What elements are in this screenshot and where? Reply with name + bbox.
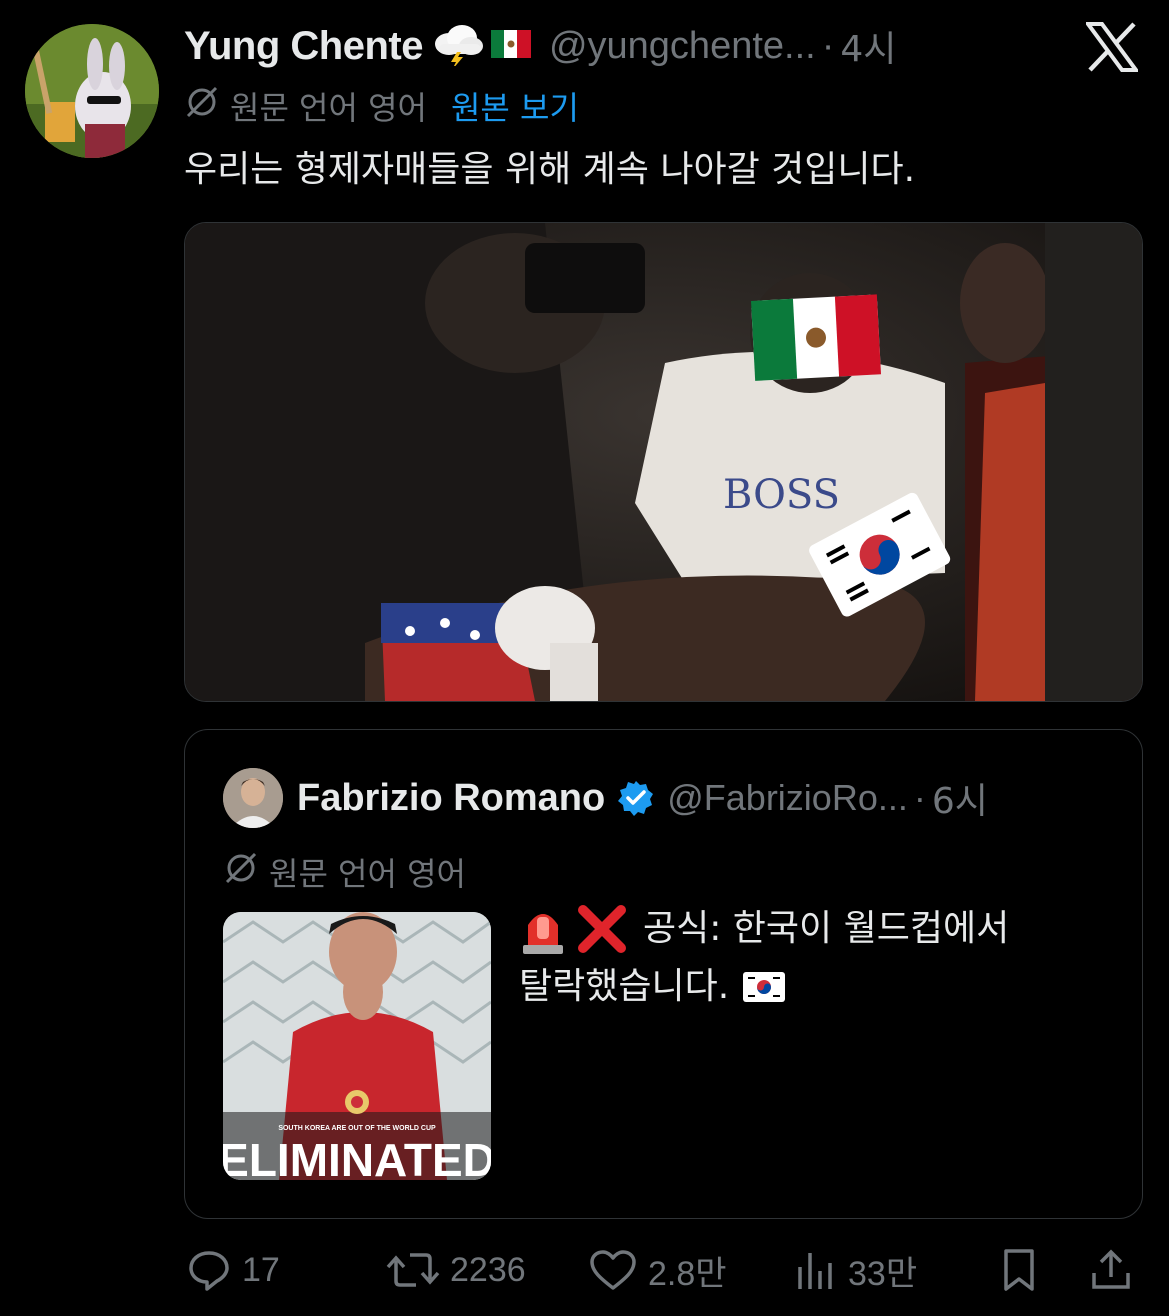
quote-author-avatar[interactable] — [223, 768, 283, 828]
mexico-flag-icon — [490, 30, 531, 62]
action-bar: 17 2236 2.8만 33만 — [0, 1232, 1169, 1308]
language-note: 원문 언어 영어 — [269, 855, 466, 893]
verified-badge-icon — [617, 779, 655, 817]
media-label: BOSS — [723, 472, 840, 518]
bookmark-button[interactable] — [998, 1232, 1050, 1308]
view-count: 33만 — [848, 1254, 918, 1293]
quote-time[interactable]: 6시 — [932, 772, 988, 824]
share-button[interactable] — [1088, 1232, 1144, 1308]
mexico-flag-overlay — [751, 294, 882, 381]
quote-text: 공식: 한국이 월드컵에서 탈락했습니다. — [519, 900, 1119, 1016]
retweet-icon — [386, 1253, 440, 1287]
bookmark-icon — [1004, 1249, 1034, 1291]
reply-icon — [189, 1251, 229, 1291]
like-count: 2.8만 — [648, 1254, 727, 1293]
quote-author-handle[interactable]: @FabrizioRo... — [667, 777, 908, 819]
reply-count: 17 — [242, 1250, 280, 1289]
author-name[interactable]: Yung Chente — [184, 24, 423, 69]
translate-icon — [223, 850, 259, 894]
heart-icon — [590, 1250, 636, 1290]
retweet-button[interactable]: 2236 — [386, 1232, 526, 1308]
views-button[interactable]: 33만 — [794, 1232, 917, 1308]
author-avatar[interactable] — [25, 24, 159, 158]
show-original-link[interactable]: 원본 보기 — [451, 83, 579, 129]
translate-icon — [184, 84, 220, 128]
cross-mark-icon — [577, 904, 627, 954]
quote-text-line2: 탈락했습니다. — [519, 966, 730, 1007]
like-button[interactable]: 2.8만 — [588, 1232, 727, 1308]
siren-icon — [519, 903, 567, 955]
korea-flag-icon — [743, 972, 786, 1002]
views-chart-icon — [798, 1253, 832, 1289]
tweet-media-image[interactable]: BOSS — [184, 222, 1143, 702]
tweet-text: 우리는 형제자매들을 위해 계속 나아갈 것입니다. — [184, 149, 916, 190]
separator-dot: · — [913, 777, 926, 818]
translation-note: 원문 언어 영어 원본 보기 — [184, 84, 579, 128]
language-note: 원문 언어 영어 — [230, 89, 427, 127]
quote-author-row: Fabrizio Romano @FabrizioRo... · 6시 — [297, 770, 988, 826]
quote-author-name[interactable]: Fabrizio Romano — [297, 777, 605, 820]
reply-button[interactable]: 17 — [186, 1232, 280, 1308]
separator-dot: · — [821, 24, 835, 67]
cloud-lightning-icon — [429, 22, 485, 70]
thumb-caption-big: ELIMINATED — [223, 1134, 491, 1180]
quoted-tweet[interactable]: Fabrizio Romano @FabrizioRo... · 6시 원문 언… — [184, 729, 1143, 1219]
quote-text-line1: 공식: 한국이 월드컵에서 — [643, 908, 1010, 949]
author-handle[interactable]: @yungchente... — [549, 25, 816, 68]
retweet-count: 2236 — [450, 1250, 526, 1289]
share-icon — [1092, 1249, 1130, 1289]
quote-media-thumbnail[interactable]: SOUTH KOREA ARE OUT OF THE WORLD CUP ELI… — [223, 912, 491, 1180]
quote-translation-note: 원문 언어 영어 — [223, 850, 466, 894]
thumb-caption-small: SOUTH KOREA ARE OUT OF THE WORLD CUP — [278, 1125, 436, 1132]
tweet-time[interactable]: 4시 — [840, 20, 896, 72]
x-logo-icon[interactable] — [1084, 22, 1140, 72]
author-row: Yung Chente @yungchente... · 4시 — [184, 18, 896, 74]
